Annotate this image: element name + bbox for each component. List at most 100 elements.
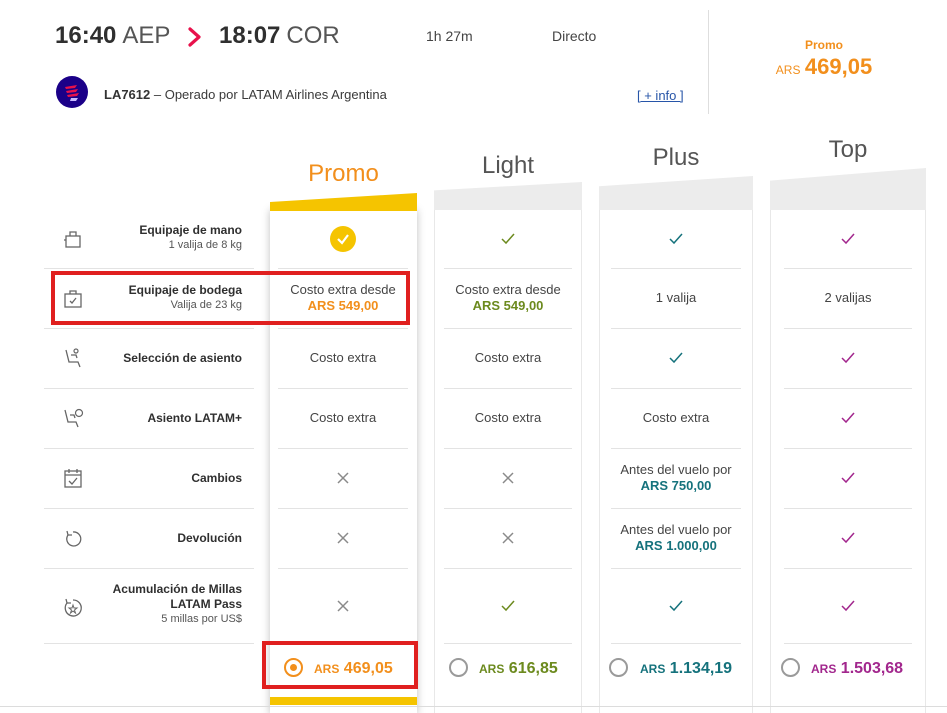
- light-miles-cell: [444, 568, 572, 643]
- light-seat-cell: Costo extra: [444, 328, 572, 388]
- fare-header-light: [434, 182, 582, 210]
- fare-title-promo: Promo: [308, 160, 379, 187]
- promo-changes-cell: [278, 448, 408, 508]
- more-info-link[interactable]: [ + info ]: [637, 88, 684, 103]
- promo-carry-on-cell: [278, 210, 408, 268]
- promo-seat-cell: Costo extra: [278, 328, 408, 388]
- feature-seat-selection: Selección de asiento: [90, 351, 242, 366]
- row-divider: [44, 448, 254, 449]
- fare-price-plus[interactable]: ARS 1.134,19: [640, 660, 732, 678]
- miles-accrual-icon: [64, 598, 82, 617]
- feature-miles: Acumulación de Millas LATAM Pass 5 milla…: [90, 582, 242, 627]
- flight-summary: 16:40 AEP 18:07 COR 1h 27m Directo LA7612 …: [0, 0, 947, 125]
- departure-airport-code: AEP: [122, 22, 171, 49]
- top-changes-cell: [784, 448, 912, 508]
- top-seat-plus-cell: [784, 388, 912, 448]
- promo-miles-cell: [278, 568, 408, 643]
- plus-changes-cell: Antes del vuelo por ARS 750,00: [611, 448, 741, 508]
- cell-text: Costo extra: [309, 350, 377, 365]
- feature-changes: Cambios: [90, 471, 242, 486]
- feature-title: Cambios: [191, 471, 242, 485]
- light-checked-bag-cell: Costo extra desde ARS 549,00: [444, 268, 572, 328]
- highlight-promo-price: [262, 641, 418, 689]
- calendar-check-icon: [64, 469, 82, 488]
- carry-on-bag-icon: [64, 231, 81, 248]
- price-currency: ARS: [479, 662, 505, 676]
- price-amount: 1.134,19: [669, 660, 733, 677]
- flight-stops: Directo: [552, 28, 597, 44]
- fare-radio-top[interactable]: [781, 658, 800, 677]
- check-icon: [501, 600, 515, 611]
- cell-text: Costo extra: [309, 410, 377, 425]
- light-carry-on-cell: [444, 210, 572, 268]
- highlight-checked-bag-row: [51, 271, 410, 325]
- price-currency: ARS: [811, 662, 837, 676]
- flight-operator: LA7612 – Operado por LATAM Airlines Arge…: [104, 87, 387, 102]
- check-circle-icon: [330, 226, 356, 252]
- feature-title: Equipaje de mano: [139, 223, 242, 237]
- fare-title-top: Top: [828, 136, 868, 163]
- price-currency: ARS: [640, 662, 666, 676]
- cross-icon: [502, 472, 514, 484]
- feature-title-line2: LATAM Pass: [170, 597, 242, 611]
- feature-title: Selección de asiento: [123, 351, 242, 365]
- latam-logo-icon: [56, 76, 88, 108]
- bottom-divider: [0, 706, 947, 707]
- flight-number: LA7612: [104, 87, 151, 102]
- top-refund-cell: [784, 508, 912, 568]
- row-divider: [44, 388, 254, 389]
- check-icon: [669, 600, 683, 611]
- departure-time: 16:40: [55, 22, 117, 49]
- cell-text: Costo extra: [474, 410, 542, 425]
- fare-price-light[interactable]: ARS 616,85: [479, 660, 558, 678]
- check-icon: [841, 600, 855, 611]
- cell-text: Costo extra desde: [455, 282, 561, 297]
- check-icon: [501, 233, 515, 245]
- arrival-airport-code: COR: [286, 22, 340, 49]
- cross-icon: [337, 472, 349, 484]
- feature-title: Devolución: [177, 531, 242, 545]
- seat-plus-icon: [64, 408, 84, 428]
- plus-carry-on-cell: [611, 210, 741, 268]
- selected-fare-currency: ARS: [775, 63, 801, 77]
- plus-seat-plus-cell: Costo extra: [611, 388, 741, 448]
- header-divider: [708, 10, 709, 114]
- check-icon: [841, 532, 855, 544]
- price-amount: 1.503,68: [840, 660, 904, 677]
- top-checked-bag-cell: 2 valijas: [784, 268, 912, 328]
- fare-radio-plus[interactable]: [609, 658, 628, 677]
- fare-header-top: [770, 168, 926, 210]
- plus-seat-cell: [611, 328, 741, 388]
- row-divider: [44, 268, 254, 269]
- feature-subtitle: 5 millas por US$: [161, 613, 242, 625]
- operated-by: – Operado por LATAM Airlines Argentina: [153, 87, 387, 102]
- fare-radio-light[interactable]: [449, 658, 468, 677]
- row-divider: [611, 643, 741, 644]
- feature-carry-on: Equipaje de mano 1 valija de 8 kg: [90, 223, 242, 253]
- arrival-time: 18:07: [219, 22, 281, 49]
- check-icon: [841, 412, 855, 424]
- cross-icon: [337, 599, 349, 612]
- cell-price: ARS 1.000,00: [635, 538, 717, 553]
- feature-title-line1: Acumulación de Millas: [112, 582, 242, 596]
- check-icon: [841, 352, 855, 364]
- top-seat-cell: [784, 328, 912, 388]
- plus-miles-cell: [611, 568, 741, 643]
- row-divider: [44, 643, 254, 644]
- row-divider: [784, 643, 912, 644]
- arrival: 18:07 COR: [219, 22, 340, 50]
- selected-fare-name: Promo: [804, 38, 843, 52]
- cell-price: ARS 750,00: [640, 478, 712, 493]
- plus-checked-bag-cell: 1 valija: [611, 268, 741, 328]
- selected-fare-summary: Promo ARS 469,05: [770, 38, 878, 80]
- fare-header-promo: [270, 193, 417, 211]
- light-seat-plus-cell: Costo extra: [444, 388, 572, 448]
- refund-icon: [66, 530, 82, 547]
- cell-text: 2 valijas: [824, 290, 872, 305]
- row-divider: [44, 328, 254, 329]
- check-icon: [841, 233, 855, 245]
- feature-refund: Devolución: [90, 531, 242, 546]
- cell-text: Antes del vuelo por: [620, 522, 732, 537]
- flight-duration: 1h 27m: [426, 28, 473, 44]
- fare-price-top[interactable]: ARS 1.503,68: [811, 660, 903, 678]
